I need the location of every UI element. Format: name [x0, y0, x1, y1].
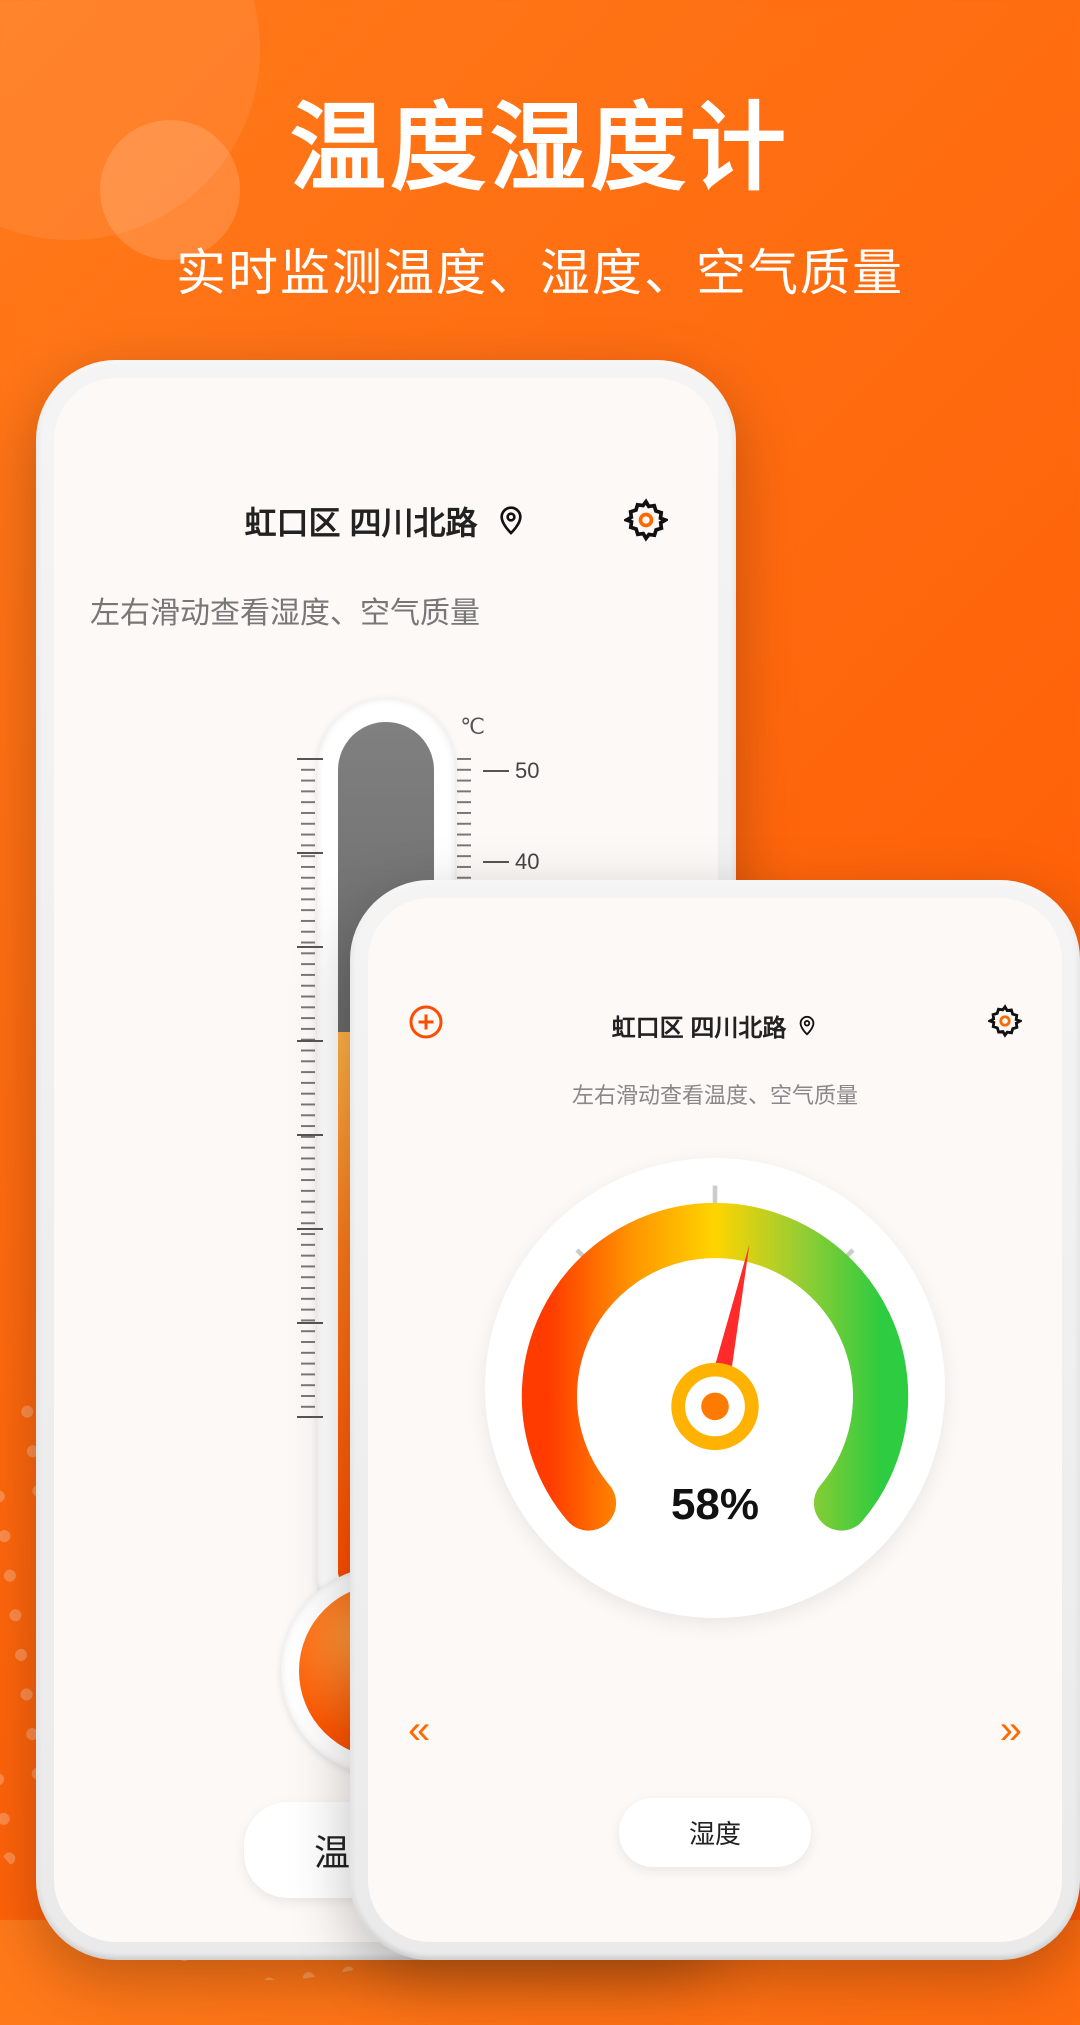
phone-screen-2: 虹口区 四川北路 左右滑动查看温度、空气质量 [368, 898, 1062, 1942]
scale-ticks-left [263, 758, 323, 1418]
prev-arrow-icon[interactable]: « [408, 1708, 430, 1753]
page-title: 温度湿度计 [0, 70, 1080, 209]
settings-gear-icon[interactable] [988, 1004, 1022, 1038]
location-row[interactable]: 虹口区 四川北路 [54, 498, 718, 544]
unit-label: ℃ [460, 714, 485, 740]
location-text: 虹口区 四川北路 [245, 498, 478, 544]
phone-mockup-humidity: 虹口区 四川北路 左右滑动查看温度、空气质量 [350, 880, 1080, 1960]
gauge-svg [485, 1158, 945, 1618]
location-pin-icon [495, 505, 527, 537]
location-text: 虹口区 四川北路 [612, 1008, 787, 1043]
humidity-value: 58% [485, 1480, 945, 1530]
swipe-hint-text: 左右滑动查看湿度、空气质量 [90, 588, 480, 632]
location-row[interactable]: 虹口区 四川北路 [368, 1008, 1062, 1043]
swipe-nav: « » [368, 1708, 1062, 1753]
humidity-gauge[interactable]: 58% [485, 1158, 945, 1618]
swipe-hint-text: 左右滑动查看温度、空气质量 [368, 1078, 1062, 1110]
page-subtitle: 实时监测温度、湿度、空气质量 [0, 233, 1080, 305]
promo-header: 温度湿度计 实时监测温度、湿度、空气质量 [0, 70, 1080, 305]
next-arrow-icon[interactable]: » [1000, 1708, 1022, 1753]
humidity-pill[interactable]: 湿度 [619, 1798, 811, 1867]
settings-gear-icon[interactable] [624, 498, 668, 542]
location-pin-icon [796, 1015, 818, 1037]
